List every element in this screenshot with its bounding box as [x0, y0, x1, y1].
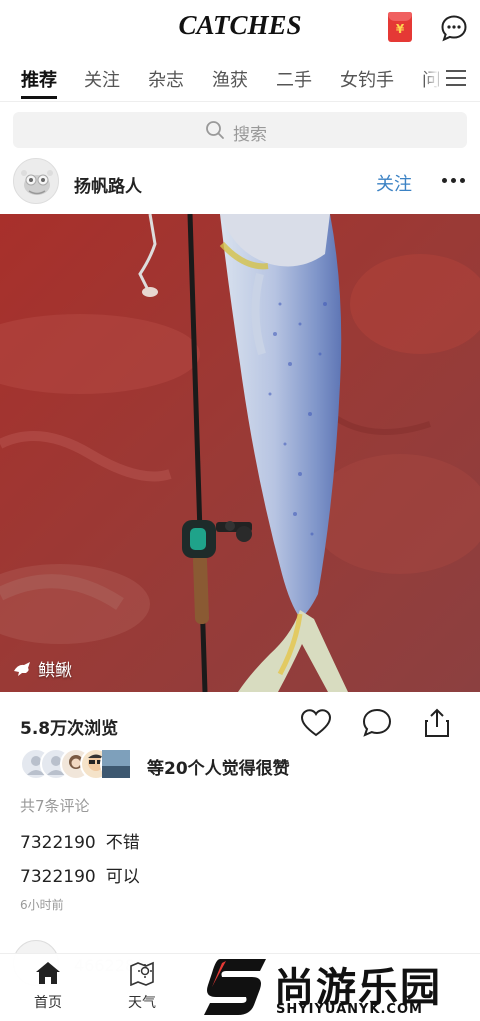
post-username[interactable]: 扬帆路人	[74, 172, 142, 197]
follow-button[interactable]: 关注	[376, 170, 412, 196]
liker-avatars[interactable]	[20, 748, 140, 782]
view-count: 5.8万次浏览	[20, 719, 119, 739]
menu-icon[interactable]	[446, 70, 466, 86]
tab-magazine[interactable]: 杂志	[148, 66, 184, 92]
post-header: 扬帆路人 关注	[0, 156, 480, 214]
red-packet-icon[interactable]: ¥	[388, 12, 412, 42]
catch-photo-illustration	[0, 214, 480, 692]
post-photo[interactable]: 鲯鳅	[0, 214, 480, 692]
nav-home[interactable]: 首页	[18, 960, 78, 1012]
category-tabs: 推荐 关注 杂志 渔获 二手 女钓手 问	[0, 56, 480, 102]
likes-summary[interactable]: 等20个人觉得很赞	[147, 754, 290, 779]
watermark-logo-icon	[204, 959, 266, 1015]
tab-female-anglers[interactable]: 女钓手	[340, 66, 394, 92]
comment-username[interactable]: 7322190	[20, 867, 96, 887]
search-icon	[206, 121, 224, 139]
top-bar: CATCHES ¥	[0, 0, 480, 56]
like-icon[interactable]	[299, 706, 333, 740]
home-icon	[36, 962, 60, 984]
liker-avatar	[100, 748, 132, 780]
comment-icon[interactable]	[360, 706, 394, 740]
nav-home-label: 首页	[34, 995, 62, 1011]
post-timestamp: 6小时前	[20, 898, 64, 912]
comment-item[interactable]: 7322190 可以	[20, 862, 140, 887]
nav-weather-label: 天气	[128, 995, 156, 1011]
comment-username[interactable]: 7322190	[20, 833, 96, 853]
search-placeholder: 搜索	[233, 125, 267, 145]
chat-icon[interactable]	[440, 14, 468, 42]
tab-following[interactable]: 关注	[84, 66, 120, 92]
watermark-url: SHYIYUANYK.COM	[276, 1002, 423, 1017]
nav-weather[interactable]: 天气	[112, 960, 172, 1012]
comment-item[interactable]: 7322190 不错	[20, 828, 140, 853]
comment-text: 不错	[105, 833, 140, 853]
fish-icon	[14, 661, 30, 676]
weather-icon	[130, 961, 154, 987]
share-icon[interactable]	[420, 706, 454, 740]
species-label: 鲯鳅	[38, 661, 72, 681]
search-bar[interactable]: 搜索	[13, 112, 467, 148]
tab-secondhand[interactable]: 二手	[276, 66, 312, 92]
tab-recommend[interactable]: 推荐	[21, 66, 57, 92]
species-tag[interactable]: 鲯鳅	[12, 656, 72, 681]
more-options-icon[interactable]	[442, 178, 466, 184]
avatar[interactable]	[13, 158, 59, 204]
active-tab-indicator	[21, 96, 57, 99]
watermark: 尚游乐园 SHYIYUANYK.COM	[200, 955, 480, 1019]
comment-text: 可以	[105, 867, 140, 887]
comment-count[interactable]: 共7条评论	[20, 795, 90, 816]
tab-catches[interactable]: 渔获	[212, 66, 248, 92]
